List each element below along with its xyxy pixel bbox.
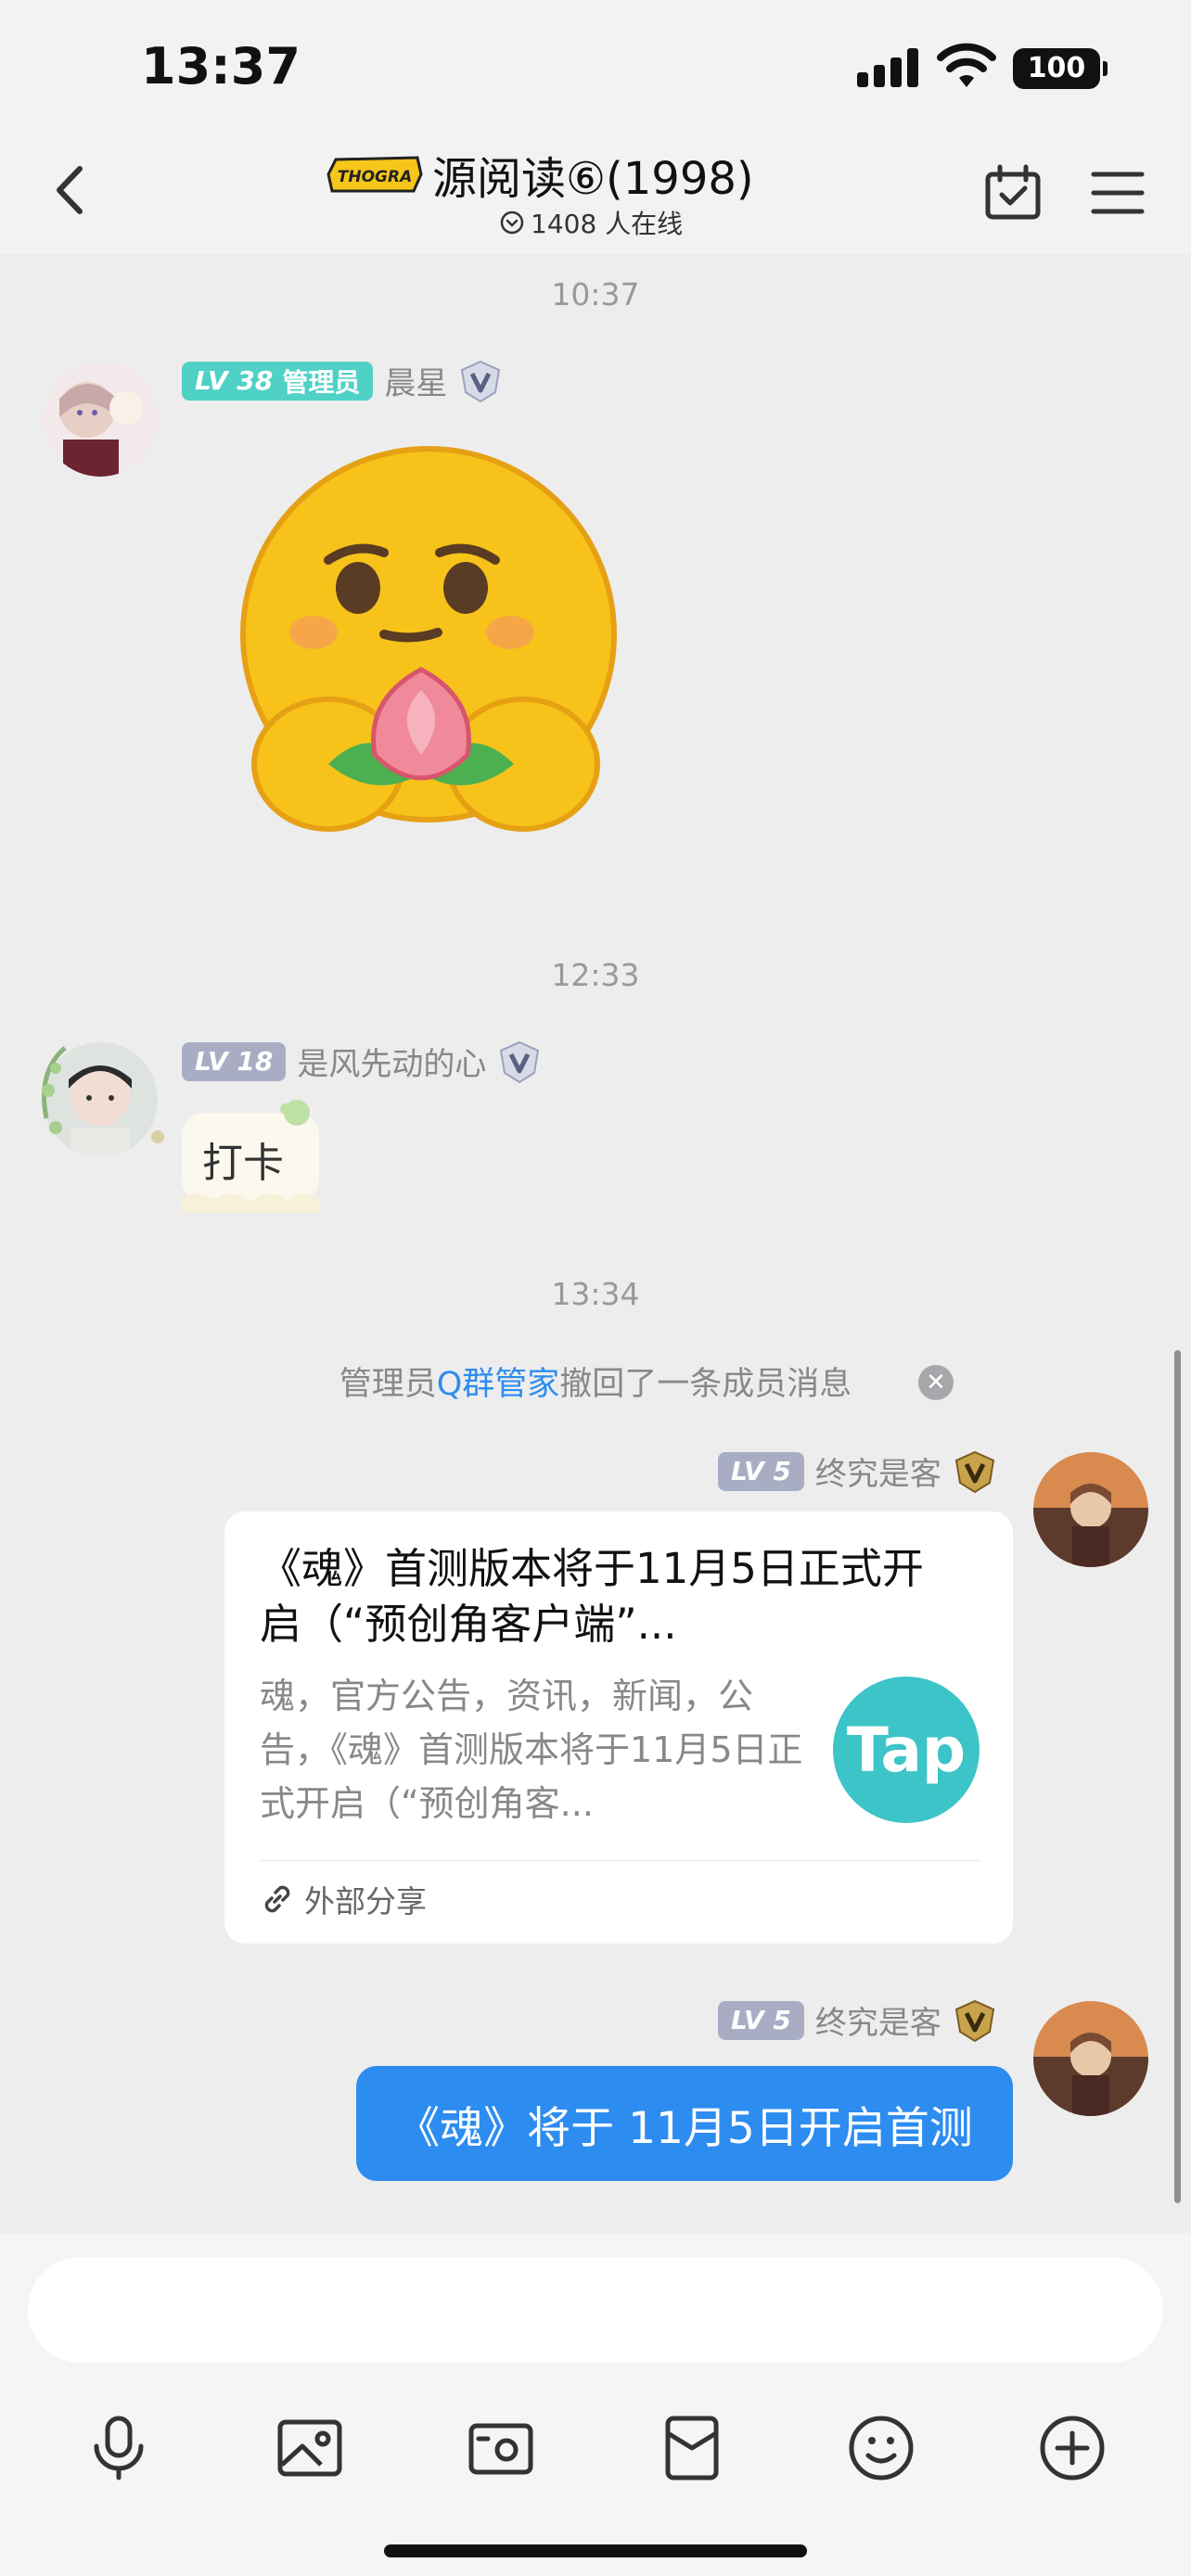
sender-row: LV 18 是风先动的心 (182, 1039, 542, 1084)
outgoing-message-bubble[interactable]: 《魂》将于 11月5日开启首测 (356, 2066, 1013, 2181)
plus-icon[interactable] (1037, 2413, 1108, 2483)
chat-message-list[interactable]: 10:37 LV 38 管理员 晨星 12:33 LV 18 是风先动的心 打卡… (0, 254, 1191, 2233)
text-bubble[interactable]: 打卡 (176, 1098, 325, 1218)
emoji-icon[interactable] (846, 2413, 916, 2483)
camera-icon[interactable] (466, 2413, 536, 2483)
sender-name[interactable]: 终究是客 (815, 1448, 941, 1494)
online-count: 1408 人在线 (499, 204, 683, 241)
link-icon (264, 1885, 290, 1913)
message-text: 《魂》将于 11月5日开启首测 (396, 2102, 973, 2154)
sender-row: LV 5 终究是客 (718, 1448, 997, 1494)
vip-badge-icon (461, 360, 501, 402)
group-title: 源阅读⑥(1998) (432, 153, 754, 205)
online-count-label: 1408 人在线 (531, 209, 684, 239)
role-label: 管理员 (282, 366, 361, 398)
level-badge: LV 38 管理员 (182, 361, 374, 401)
chat-header: THOGRA 源阅读⑥(1998) 1408 人在线 (0, 130, 1191, 254)
chevron-circle-down-icon (500, 210, 524, 235)
level-badge: LV 18 (182, 1041, 287, 1081)
timestamp: 10:37 (551, 276, 640, 312)
avatar-frame-wreath (42, 1046, 164, 1143)
recall-suffix: 撤回了一条成员消息 (559, 1366, 852, 1403)
group-title-area[interactable]: THOGRA 源阅读⑥(1998) (325, 147, 754, 205)
message-input[interactable] (28, 2257, 1163, 2363)
timestamp: 12:33 (551, 957, 640, 993)
red-packet-icon[interactable] (657, 2413, 727, 2483)
mic-icon[interactable] (83, 2413, 154, 2483)
sender-name[interactable]: 是风先动的心 (297, 1039, 486, 1084)
level-badge: LV 5 (718, 2000, 804, 2040)
image-icon[interactable] (275, 2413, 345, 2483)
status-time: 13:37 (141, 37, 301, 96)
level-badge: LV 5 (718, 1451, 804, 1491)
card-divider (260, 1860, 980, 1861)
group-logo: THOGRA (327, 156, 423, 193)
recall-admin-link[interactable]: Q群管家 (437, 1358, 560, 1405)
status-bar: 13:37 100 (0, 0, 1191, 130)
level-label: LV 38 (195, 365, 274, 396)
input-area (0, 2233, 1191, 2576)
cellular-signal-icon (857, 48, 918, 87)
avatar[interactable] (43, 362, 158, 477)
card-title: 《魂》首测版本将于11月5日正式开启（“预创角客户端”... (260, 1544, 924, 1649)
sender-row: LV 38 管理员 晨星 (182, 358, 503, 403)
tap-logo: Tap (833, 1677, 980, 1823)
timestamp: 13:34 (551, 1276, 640, 1312)
message-text: 打卡 (202, 1140, 284, 1187)
avatar[interactable] (1033, 1452, 1148, 1567)
battery-indicator: 100 (1013, 48, 1108, 89)
sticker-message[interactable] (236, 440, 625, 848)
svg-text:THOGRA: THOGRA (338, 168, 412, 186)
card-footer-label: 外部分享 (304, 1883, 427, 1919)
link-share-card[interactable]: 《魂》首测版本将于11月5日正式开启（“预创角客户端”... 魂，官方公告，资讯… (224, 1511, 1013, 1944)
vip-badge-icon (954, 1450, 995, 1493)
card-description: 魂，官方公告，资讯，新闻，公告，《魂》首测版本将于11月5日正式开启（“预创角客… (260, 1676, 803, 1824)
vip-badge-icon (500, 1040, 540, 1083)
card-footer: 外部分享 (260, 1877, 427, 1921)
menu-icon[interactable] (1091, 169, 1145, 217)
sender-name[interactable]: 终究是客 (815, 1997, 941, 2043)
recall-prefix: 管理员 (339, 1366, 437, 1403)
wifi-icon (937, 43, 996, 87)
close-icon[interactable]: ✕ (918, 1365, 954, 1400)
scrollbar[interactable] (1174, 1350, 1181, 2203)
vip-badge-icon (954, 1999, 995, 2042)
home-indicator (384, 2544, 807, 2557)
back-chevron-icon[interactable] (43, 158, 98, 223)
recall-notice: 管理员 Q群管家 撤回了一条成员消息 (0, 1358, 1191, 1405)
avatar[interactable] (1033, 2001, 1148, 2116)
calendar-check-icon[interactable] (983, 163, 1043, 223)
sender-name[interactable]: 晨星 (384, 358, 447, 403)
sender-row: LV 5 终究是客 (718, 1997, 997, 2043)
